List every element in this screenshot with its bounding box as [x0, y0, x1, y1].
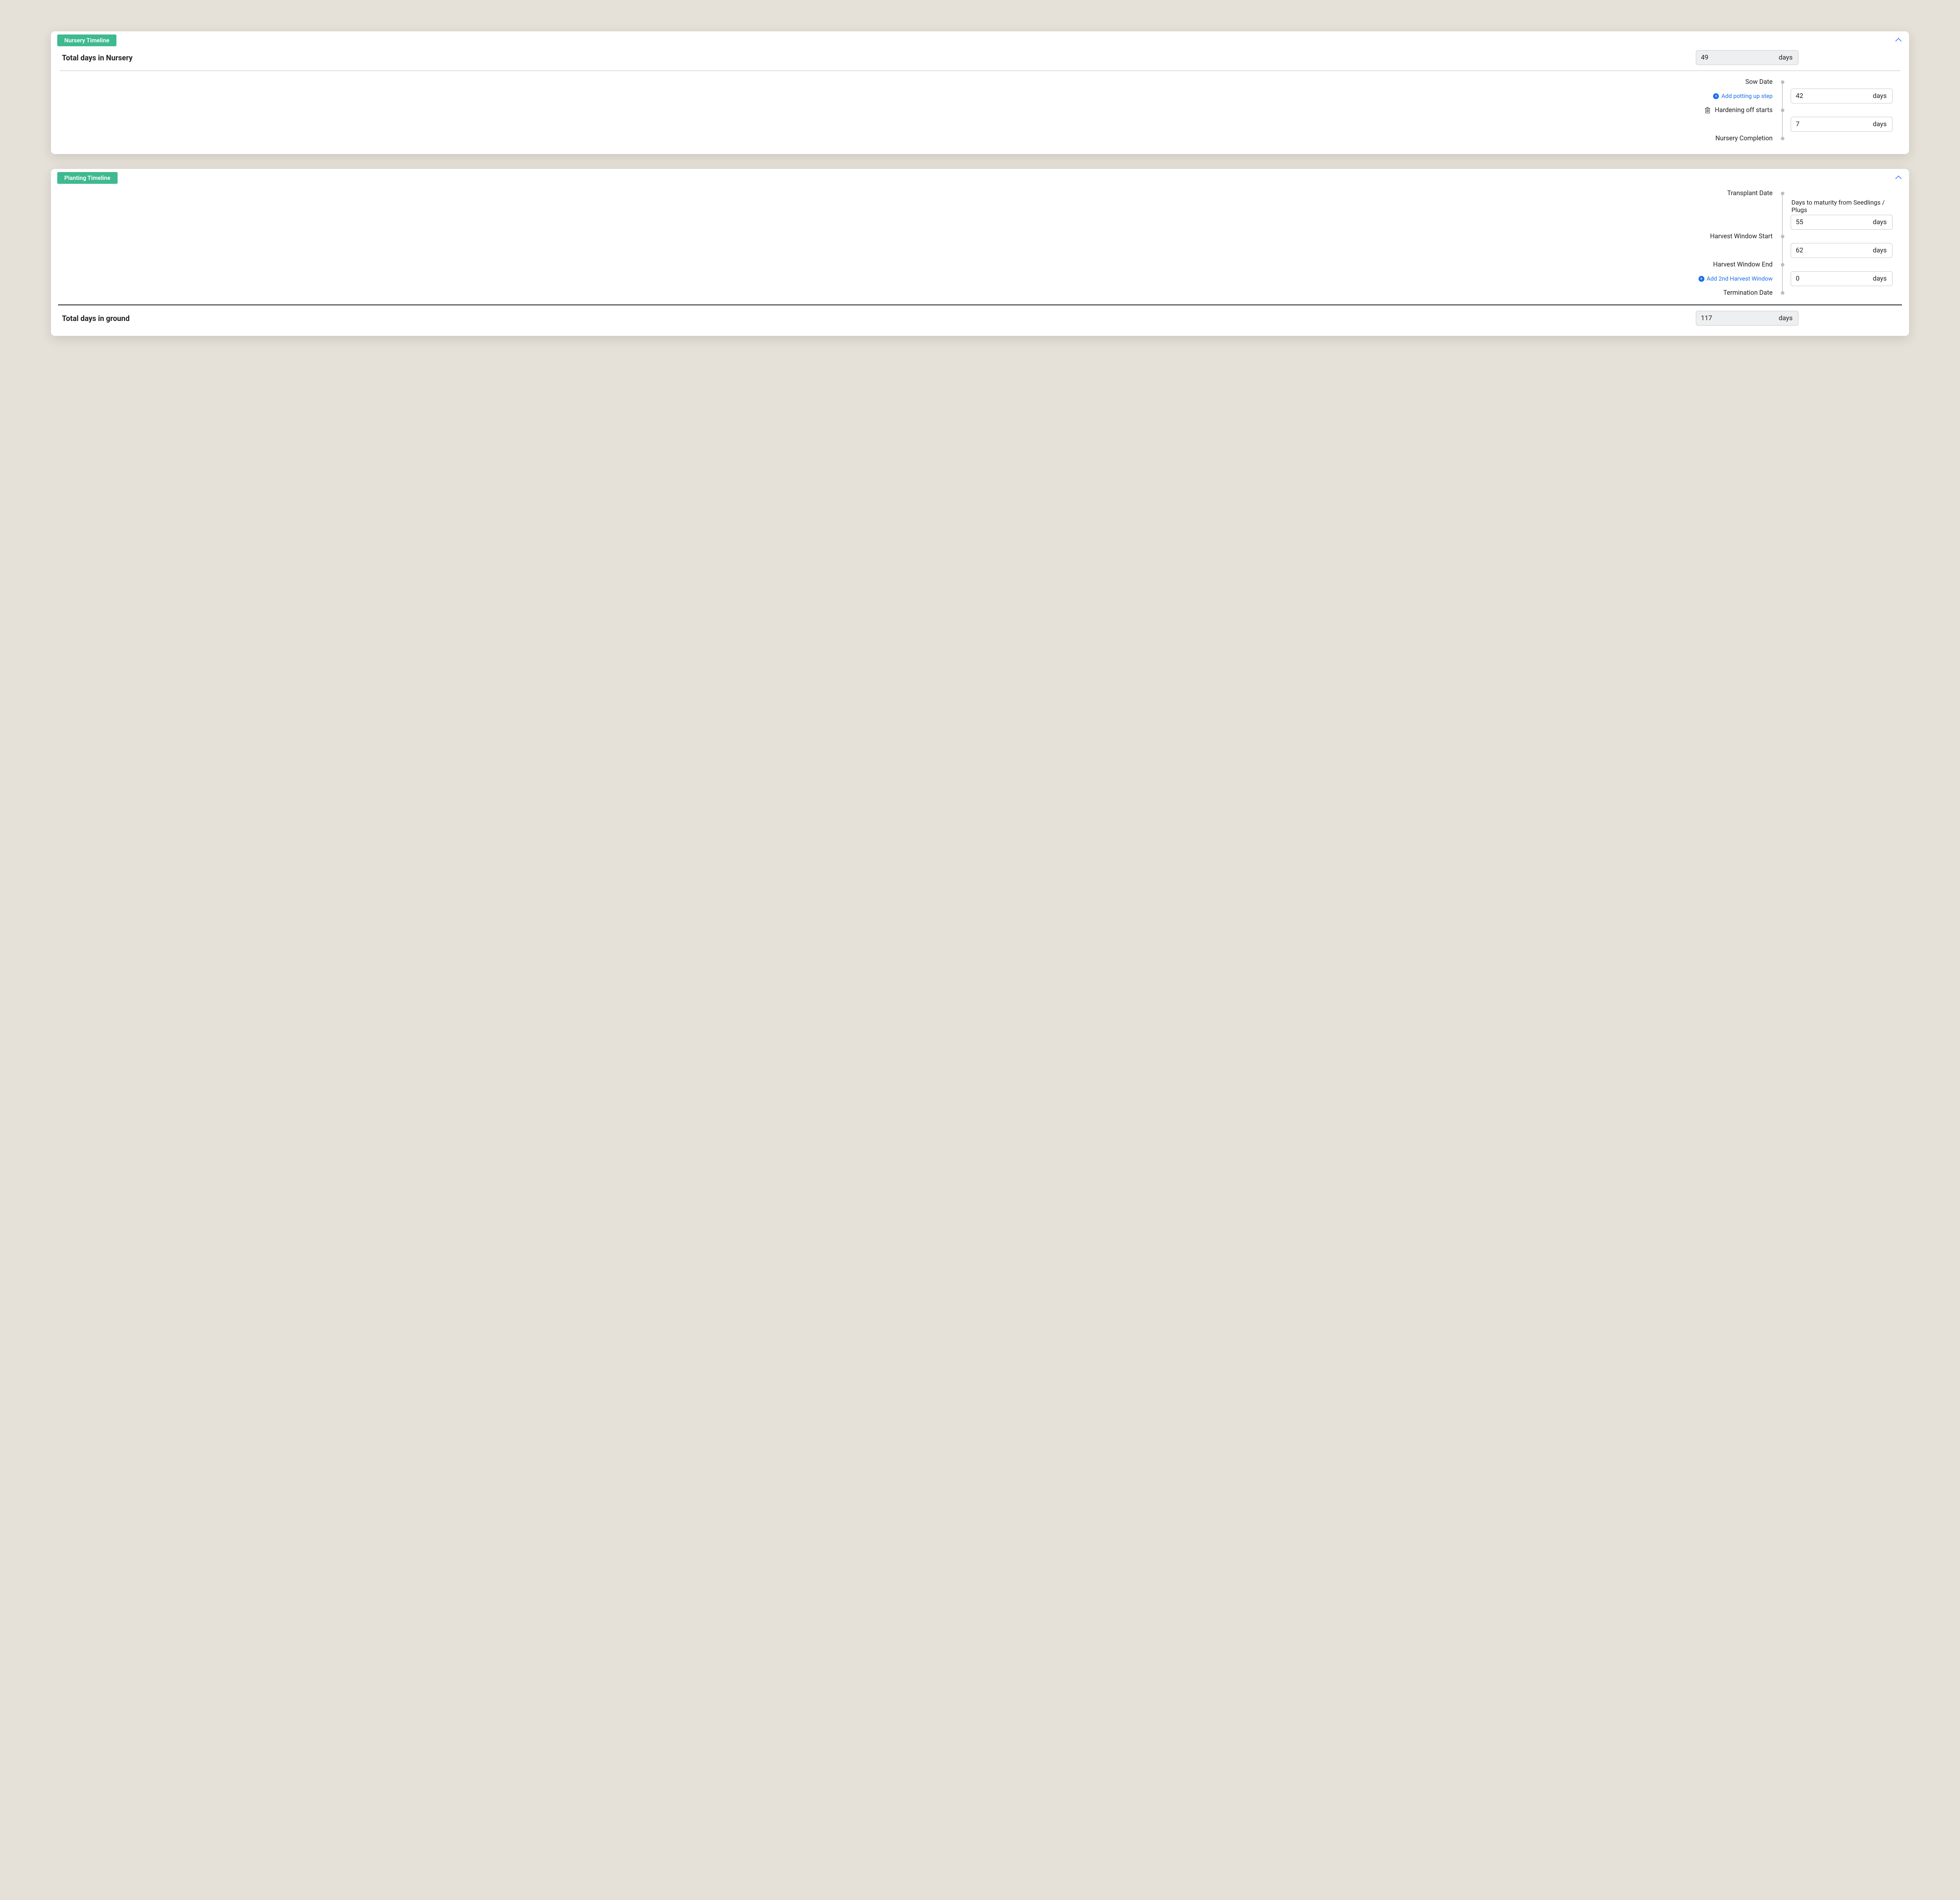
collapse-nursery-chevron-icon[interactable]: [1895, 37, 1902, 44]
nursery-total-value: 49: [1701, 54, 1779, 62]
transplant-dot-icon: [1781, 192, 1784, 195]
planting-timeline: Transplant Date Days to maturity from Se…: [60, 185, 1900, 301]
days-to-maturity-field[interactable]: 55 days: [1791, 215, 1893, 230]
planting-total-label: Total days in ground: [62, 314, 130, 323]
hardening-dot-icon: [1781, 109, 1784, 112]
termination-date-label: Termination Date: [1723, 289, 1773, 297]
termination-dot-icon: [1781, 291, 1784, 295]
unit-days: days: [1873, 247, 1887, 254]
plus-circle-icon: +: [1713, 93, 1719, 99]
add-second-harvest-text: Add 2nd Harvest Window: [1707, 275, 1773, 282]
end-to-termination-value: 0: [1796, 275, 1873, 283]
harvest-window-end-label: Harvest Window End: [1713, 261, 1773, 268]
nursery-completion-label: Nursery Completion: [1715, 135, 1773, 142]
unit-days: days: [1873, 275, 1887, 283]
planting-total-value: 117: [1701, 314, 1779, 322]
planting-total-field: 117 days: [1696, 311, 1798, 326]
sow-date-dot-icon: [1781, 80, 1784, 84]
unit-days: days: [1873, 120, 1887, 128]
planting-timeline-card: Planting Timeline Transplant Date Days t…: [51, 169, 1909, 336]
add-second-harvest-window-link[interactable]: + Add 2nd Harvest Window: [1699, 275, 1773, 282]
hardening-to-completion-field[interactable]: 7 days: [1791, 117, 1893, 132]
collapse-planting-chevron-icon[interactable]: [1895, 174, 1902, 182]
delete-hardening-step-button[interactable]: [1704, 107, 1711, 114]
nursery-total-label: Total days in Nursery: [62, 53, 132, 62]
planting-total-unit: days: [1779, 314, 1793, 322]
hardening-off-label: Hardening off starts: [1715, 107, 1773, 114]
harvest-end-dot-icon: [1781, 263, 1784, 267]
harvest-window-start-label: Harvest Window Start: [1710, 233, 1773, 240]
nursery-timeline: Sow Date + Add potting up step 42 days: [60, 74, 1900, 146]
unit-days: days: [1873, 92, 1887, 100]
days-to-maturity-value: 55: [1796, 218, 1873, 226]
plus-circle-icon: +: [1699, 276, 1704, 282]
sow-to-hardening-field[interactable]: 42 days: [1791, 89, 1893, 103]
harvest-start-dot-icon: [1781, 235, 1784, 238]
add-potting-up-step-link[interactable]: + Add potting up step: [1713, 92, 1773, 100]
sow-to-hardening-value: 42: [1796, 92, 1873, 100]
nursery-timeline-card: Nursery Timeline Total days in Nursery 4…: [51, 31, 1909, 154]
planting-badge: Planting Timeline: [57, 172, 118, 184]
nursery-total-row: Total days in Nursery 49 days: [51, 46, 1909, 71]
nursery-card-header: Nursery Timeline: [51, 31, 1909, 46]
add-potting-up-step-text: Add potting up step: [1721, 92, 1773, 100]
maturity-caption: Days to maturity from Seedlings / Plugs: [1791, 199, 1900, 214]
planting-total-row: Total days in ground 117 days: [51, 305, 1909, 332]
end-to-termination-field[interactable]: 0 days: [1791, 271, 1893, 286]
completion-dot-icon: [1781, 137, 1784, 140]
unit-days: days: [1873, 218, 1887, 226]
harvest-window-length-value: 62: [1796, 247, 1873, 254]
hardening-to-completion-value: 7: [1796, 120, 1873, 128]
planting-card-header: Planting Timeline: [51, 169, 1909, 184]
harvest-window-length-field[interactable]: 62 days: [1791, 243, 1893, 258]
nursery-total-field: 49 days: [1696, 50, 1798, 65]
transplant-date-label: Transplant Date: [1727, 190, 1773, 197]
sow-date-label: Sow Date: [1745, 78, 1773, 86]
nursery-badge: Nursery Timeline: [57, 34, 116, 46]
nursery-total-unit: days: [1779, 54, 1793, 62]
